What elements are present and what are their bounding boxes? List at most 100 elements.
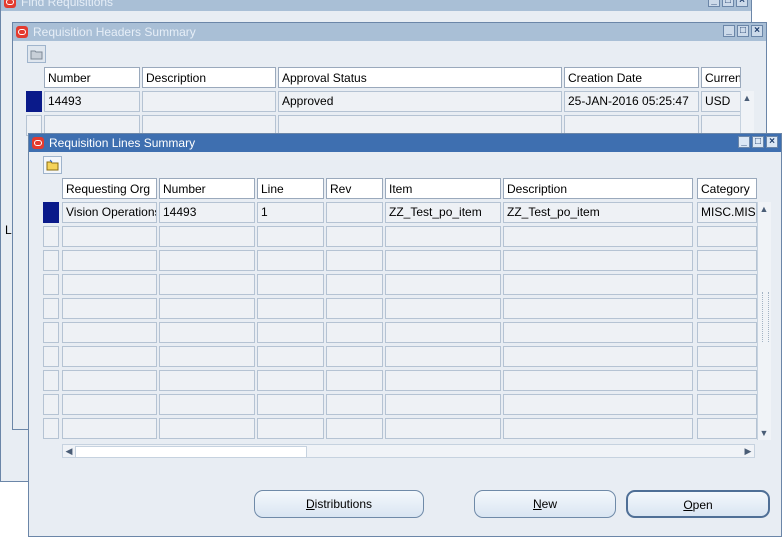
lines-cell-rev[interactable]	[326, 202, 383, 223]
lines-cell-requesting-org[interactable]: Vision Operations	[62, 202, 157, 223]
lines-cell-empty[interactable]	[326, 418, 383, 439]
lines-cell-empty[interactable]	[159, 226, 255, 247]
lines-titlebar[interactable]: Requisition Lines Summary _ □ ×	[29, 134, 781, 152]
lines-cell-empty[interactable]	[697, 346, 757, 367]
lines-cell-empty[interactable]	[697, 418, 757, 439]
lines-row-selector[interactable]	[43, 346, 59, 367]
lines-cell-empty[interactable]	[62, 226, 157, 247]
new-button[interactable]: New	[474, 490, 616, 518]
lines-cell-empty[interactable]	[257, 370, 324, 391]
lines-cell-empty[interactable]	[257, 226, 324, 247]
distributions-button[interactable]: Distributions	[254, 490, 424, 518]
lines-cell-empty[interactable]	[62, 274, 157, 295]
lines-cell-empty[interactable]	[503, 346, 693, 367]
open-folder-icon[interactable]	[43, 156, 62, 174]
lines-cell-empty[interactable]	[503, 322, 693, 343]
close-icon[interactable]: ×	[751, 25, 763, 37]
lines-row-selector[interactable]	[43, 298, 59, 319]
lines-cell-empty[interactable]	[326, 250, 383, 271]
headers-cell-currency[interactable]: USD	[701, 91, 741, 112]
scroll-thumb[interactable]	[75, 446, 307, 458]
minimize-icon[interactable]: _	[708, 0, 720, 7]
close-icon[interactable]: ×	[766, 136, 778, 148]
lines-cell-empty[interactable]	[326, 394, 383, 415]
lines-row-selector[interactable]	[43, 274, 59, 295]
lines-cell-empty[interactable]	[385, 394, 501, 415]
lines-cell-empty[interactable]	[503, 394, 693, 415]
lines-cell-empty[interactable]	[385, 250, 501, 271]
lines-cell-empty[interactable]	[697, 322, 757, 343]
lines-cell-description[interactable]: ZZ_Test_po_item	[503, 202, 693, 223]
lines-cell-item[interactable]: ZZ_Test_po_item	[385, 202, 501, 223]
lines-cell-empty[interactable]	[62, 322, 157, 343]
open-button[interactable]: Open	[626, 490, 770, 518]
lines-cell-empty[interactable]	[503, 250, 693, 271]
lines-cell-empty[interactable]	[326, 322, 383, 343]
lines-cell-empty[interactable]	[159, 394, 255, 415]
lines-cell-empty[interactable]	[257, 322, 324, 343]
lines-cell-empty[interactable]	[159, 298, 255, 319]
lines-cell-empty[interactable]	[503, 370, 693, 391]
lines-row-selector[interactable]	[43, 394, 59, 415]
lines-cell-empty[interactable]	[159, 250, 255, 271]
open-folder-icon[interactable]	[27, 45, 46, 63]
lines-cell-empty[interactable]	[385, 274, 501, 295]
close-icon[interactable]: ×	[736, 0, 748, 7]
find-requisitions-titlebar[interactable]: Find Requisitions _ □ ×	[1, 0, 751, 11]
lines-cell-empty[interactable]	[62, 394, 157, 415]
lines-cell-empty[interactable]	[257, 250, 324, 271]
lines-cell-empty[interactable]	[62, 370, 157, 391]
lines-cell-empty[interactable]	[326, 298, 383, 319]
minimize-icon[interactable]: _	[723, 25, 735, 37]
lines-cell-empty[interactable]	[503, 226, 693, 247]
lines-cell-empty[interactable]	[697, 370, 757, 391]
lines-cell-empty[interactable]	[257, 274, 324, 295]
lines-cell-empty[interactable]	[385, 418, 501, 439]
lines-cell-empty[interactable]	[697, 274, 757, 295]
lines-cell-empty[interactable]	[697, 250, 757, 271]
lines-cell-empty[interactable]	[503, 418, 693, 439]
lines-cell-category[interactable]: MISC.MISC	[697, 202, 757, 223]
lines-cell-empty[interactable]	[326, 370, 383, 391]
headers-titlebar[interactable]: Requisition Headers Summary _ □ ×	[13, 23, 766, 41]
lines-cell-empty[interactable]	[62, 298, 157, 319]
lines-cell-empty[interactable]	[385, 322, 501, 343]
lines-vertical-scrollbar[interactable]: ▲ ▼	[757, 202, 771, 440]
lines-cell-empty[interactable]	[159, 322, 255, 343]
lines-cell-empty[interactable]	[257, 418, 324, 439]
lines-row-selector[interactable]	[43, 202, 59, 223]
lines-cell-empty[interactable]	[159, 418, 255, 439]
scroll-thumb[interactable]	[762, 292, 769, 342]
lines-cell-empty[interactable]	[62, 418, 157, 439]
lines-cell-empty[interactable]	[159, 370, 255, 391]
lines-horizontal-scrollbar[interactable]: ◀ ▶	[62, 444, 755, 458]
lines-cell-empty[interactable]	[257, 346, 324, 367]
headers-cell-description[interactable]	[142, 91, 276, 112]
lines-row-selector[interactable]	[43, 418, 59, 439]
maximize-icon[interactable]: □	[722, 0, 734, 7]
headers-cell-approval-status[interactable]: Approved	[278, 91, 562, 112]
lines-cell-empty[interactable]	[503, 274, 693, 295]
lines-cell-empty[interactable]	[159, 346, 255, 367]
lines-row-selector[interactable]	[43, 226, 59, 247]
lines-cell-empty[interactable]	[697, 394, 757, 415]
lines-cell-empty[interactable]	[385, 298, 501, 319]
maximize-icon[interactable]: □	[752, 136, 764, 148]
lines-row-selector[interactable]	[43, 370, 59, 391]
lines-row-selector[interactable]	[43, 250, 59, 271]
headers-row-selector[interactable]	[26, 91, 42, 112]
lines-row-selector[interactable]	[43, 322, 59, 343]
lines-cell-empty[interactable]	[326, 346, 383, 367]
maximize-icon[interactable]: □	[737, 25, 749, 37]
lines-cell-empty[interactable]	[257, 394, 324, 415]
lines-cell-empty[interactable]	[503, 298, 693, 319]
scroll-down-arrow-icon[interactable]: ▼	[758, 427, 770, 439]
lines-cell-empty[interactable]	[257, 298, 324, 319]
lines-cell-empty[interactable]	[697, 226, 757, 247]
lines-cell-empty[interactable]	[326, 226, 383, 247]
headers-cell-number[interactable]: 14493	[44, 91, 140, 112]
lines-cell-line[interactable]: 1	[257, 202, 324, 223]
scroll-right-arrow-icon[interactable]: ▶	[742, 445, 754, 457]
scroll-up-arrow-icon[interactable]: ▲	[758, 203, 770, 215]
lines-cell-empty[interactable]	[62, 346, 157, 367]
